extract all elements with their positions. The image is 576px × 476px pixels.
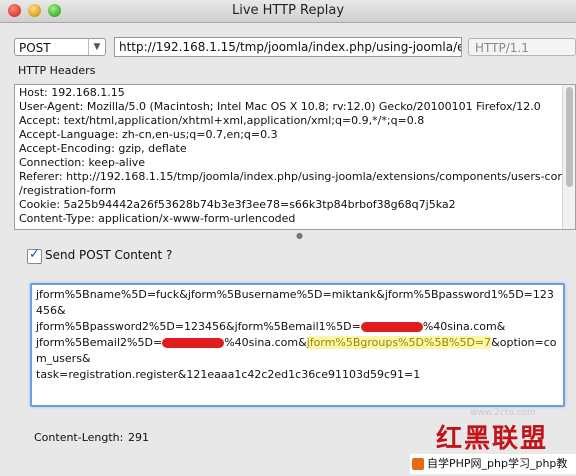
watermark-logo: 红黑联盟 — [436, 424, 549, 454]
headers-content: Host: 192.168.1.15 User-Agent: Mozilla/5.… — [15, 85, 575, 226]
watermark-bar: 自学PHP网_php学习_php教 — [410, 454, 576, 474]
protocol-select[interactable]: HTTP/1.1 — [468, 38, 576, 56]
headers-textarea[interactable]: Host: 192.168.1.15 User-Agent: Mozilla/5.… — [14, 84, 576, 230]
header-line: Accept-Encoding: gzip, deflate — [19, 142, 187, 155]
send-post-checkbox[interactable]: ✓ — [27, 247, 42, 264]
header-line: Content-Type: application/x-www-form-url… — [19, 212, 296, 225]
checkmark-icon: ✓ — [29, 247, 40, 262]
header-line: User-Agent: Mozilla/5.0 (Macintosh; Inte… — [19, 100, 541, 113]
header-line: Referer: http://192.168.1.15/tmp/joomla/… — [19, 170, 576, 183]
post-content-textarea[interactable]: jform%5Bname%5D=fuck&jform%5Busername%5D… — [30, 283, 565, 407]
header-line: Accept-Language: zh-cn,en-us;q=0.7,en;q=… — [19, 128, 278, 141]
headers-label: HTTP Headers — [18, 64, 96, 77]
headers-scrollbar[interactable] — [562, 85, 575, 229]
send-post-label: Send POST Content ? — [45, 248, 173, 262]
redaction-mark — [162, 338, 225, 348]
url-input[interactable]: http://192.168.1.15/tmp/joomla/index.php… — [114, 37, 462, 57]
post-line: jform%5Bname%5D=fuck&jform%5Busername%5D… — [36, 288, 554, 317]
content-length-label: Content-Length: — [34, 431, 124, 444]
header-line: Accept: text/html,application/xhtml+xml,… — [19, 114, 425, 127]
header-line: Connection: keep-alive — [19, 156, 146, 169]
redaction-mark — [360, 322, 423, 332]
header-line: Cookie: 5a25b94442a26f53628b74b3e3f3ee78… — [19, 198, 456, 211]
watermark-faint: www.2cto.com — [470, 408, 536, 418]
scroll-thumb[interactable] — [566, 87, 573, 187]
post-line: jform%5Bpassword2%5D=123456&jform%5Bemai… — [36, 320, 506, 333]
post-line: task=registration.register&121eaaa1c42c2… — [36, 368, 421, 381]
window-title: Live HTTP Replay — [231, 3, 345, 18]
watermark-bar-text: 自学PHP网_php学习_php教 — [427, 457, 568, 470]
post-content: jform%5Bname%5D=fuck&jform%5Busername%5D… — [32, 285, 563, 383]
title-bar: Live HTTP Replay — [0, 0, 576, 23]
site-logo-icon — [412, 458, 424, 470]
protocol-value: HTTP/1.1 — [475, 41, 529, 55]
chevron-down-icon: ▼ — [88, 39, 105, 55]
highlighted-param: jform%5Bgroups%5D%5B%5D=7 — [306, 336, 492, 349]
post-line: jform%5Bemail2%5D= %40sina.com&jform%5Bgr… — [36, 336, 557, 365]
method-value: POST — [19, 41, 51, 55]
header-line: Host: 192.168.1.15 — [19, 86, 125, 99]
splitter-handle-icon[interactable]: ● — [296, 231, 303, 240]
method-select[interactable]: POST ▼ — [14, 38, 106, 56]
content-length-value: 291 — [128, 431, 149, 444]
header-line: /registration-form — [19, 184, 116, 197]
